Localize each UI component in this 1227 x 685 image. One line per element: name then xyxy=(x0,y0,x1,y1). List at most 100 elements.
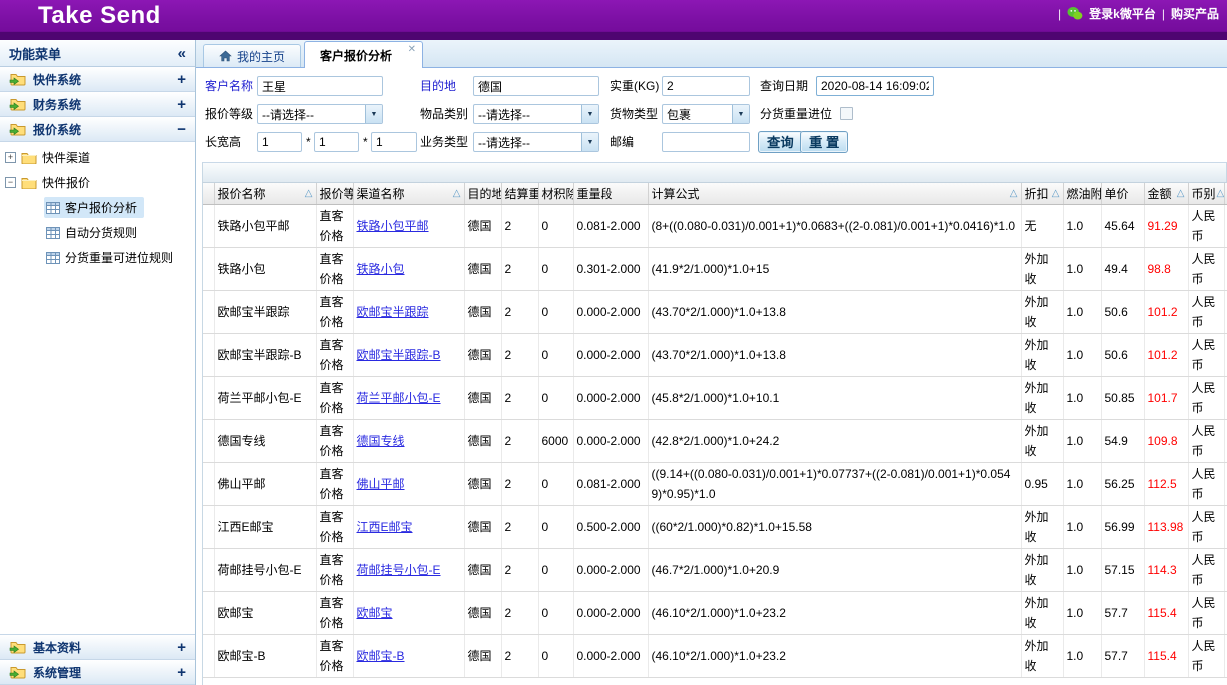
cell-formula: (43.70*2/1.000)*1.0+13.8 xyxy=(648,334,1021,377)
tree-folder-1[interactable]: −快件报价 xyxy=(0,170,195,195)
split-weight-carry-checkbox[interactable] xyxy=(840,107,853,120)
item-category-select[interactable]: --请选择-- ▼ xyxy=(473,104,599,124)
collapse-icon[interactable]: − xyxy=(177,122,186,137)
channel-link[interactable]: 荷邮挂号小包-E xyxy=(357,563,441,577)
column-header-discount[interactable]: 折扣△ xyxy=(1021,183,1063,205)
expand-icon[interactable]: + xyxy=(177,97,186,112)
cell-quote_name: 欧邮宝 xyxy=(214,592,316,635)
query-date-input[interactable] xyxy=(816,76,934,96)
width-input[interactable] xyxy=(314,132,359,152)
column-header-fuel[interactable]: 燃油附加△ xyxy=(1063,183,1101,205)
cell-amount: 113.98 xyxy=(1144,506,1188,549)
length-input[interactable] xyxy=(257,132,302,152)
channel-link[interactable]: 欧邮宝-B xyxy=(357,649,405,663)
table-row[interactable]: 欧邮宝半跟踪直客价格欧邮宝半跟踪德国200.000-2.000(43.70*2/… xyxy=(203,291,1227,334)
cell-quote_name: 佛山平邮 xyxy=(214,463,316,506)
cell-destination: 德国 xyxy=(464,549,501,592)
table-row[interactable]: 荷兰平邮小包-E直客价格荷兰平邮小包-E德国200.000-2.000(45.8… xyxy=(203,377,1227,420)
table-row[interactable]: 欧邮宝-B直客价格欧邮宝-B德国200.000-2.000(46.10*2/1.… xyxy=(203,635,1227,678)
search-button[interactable]: 查询 xyxy=(758,131,803,153)
tree-leaf-item[interactable]: 客户报价分析 xyxy=(44,197,144,218)
column-header-unit_price[interactable]: 单价 xyxy=(1101,183,1144,205)
height-input[interactable] xyxy=(371,132,417,152)
table-row[interactable]: 江西E邮宝直客价格江西E邮宝德国200.500-2.000((60*2/1.00… xyxy=(203,506,1227,549)
sidebar-section-2[interactable]: 报价系统− xyxy=(0,117,195,142)
column-header-quote_level[interactable]: 报价等级△ xyxy=(316,183,353,205)
close-tab-icon[interactable]: ✕ xyxy=(408,44,416,55)
chevron-down-icon[interactable]: ▼ xyxy=(581,105,598,123)
cell-settle_weight: 2 xyxy=(501,549,538,592)
cell-quote_name: 德国专线 xyxy=(214,420,316,463)
channel-link[interactable]: 荷兰平邮小包-E xyxy=(357,391,441,405)
channel-link[interactable]: 佛山平邮 xyxy=(357,477,405,491)
sidebar-section-1[interactable]: 财务系统+ xyxy=(0,92,195,117)
folder-icon xyxy=(21,151,37,164)
chevron-down-icon[interactable]: ▼ xyxy=(732,105,749,123)
channel-link[interactable]: 铁路小包 xyxy=(357,262,405,276)
chevron-down-icon[interactable]: ▼ xyxy=(581,133,598,151)
actual-weight-input[interactable] xyxy=(662,76,750,96)
table-row[interactable]: 铁路小包直客价格铁路小包德国200.301-2.000(41.9*2/1.000… xyxy=(203,248,1227,291)
tree-folder-0[interactable]: +快件渠道 xyxy=(0,145,195,170)
amount-value: 101.2 xyxy=(1148,348,1178,362)
folder-icon xyxy=(21,176,37,189)
tab-1-active[interactable]: 客户报价分析✕ xyxy=(304,41,423,68)
column-header-destination[interactable]: 目的地△ xyxy=(464,183,501,205)
cell-currency: 人民币 xyxy=(1188,248,1224,291)
tab-0[interactable]: 我的主页 xyxy=(203,44,301,67)
tree-leaf-item[interactable]: 分货重量可进位规则 xyxy=(44,247,180,268)
expand-icon[interactable]: + xyxy=(177,72,186,87)
tree-leaf-1-1[interactable]: 自动分货规则 xyxy=(0,220,195,245)
cell-quote_level: 直客价格 xyxy=(316,420,353,463)
cell-amount: 112.5 xyxy=(1144,463,1188,506)
tree-leaf-1-0[interactable]: 客户报价分析 xyxy=(0,195,195,220)
channel-link[interactable]: 欧邮宝 xyxy=(357,606,393,620)
table-row[interactable]: 荷邮挂号小包-E直客价格荷邮挂号小包-E德国200.000-2.000(46.7… xyxy=(203,549,1227,592)
column-header-formula[interactable]: 计算公式△ xyxy=(648,183,1021,205)
cell-weight_range: 0.000-2.000 xyxy=(573,334,648,377)
section-label: 系统管理 xyxy=(33,664,170,681)
column-header-volume[interactable]: 材积除数△ xyxy=(538,183,573,205)
tree-leaf-1-2[interactable]: 分货重量可进位规则 xyxy=(0,245,195,270)
table-row[interactable]: 铁路小包平邮直客价格铁路小包平邮德国200.081-2.000(8+((0.08… xyxy=(203,205,1227,248)
quote-level-select[interactable]: --请选择-- ▼ xyxy=(257,104,383,124)
column-header-quote_name[interactable]: 报价名称△ xyxy=(214,183,316,205)
column-header-settle_weight[interactable]: 结算重量△ xyxy=(501,183,538,205)
channel-link[interactable]: 德国专线 xyxy=(357,434,405,448)
sidebar-bottom-section-1[interactable]: 系统管理 + xyxy=(0,660,195,685)
channel-link[interactable]: 铁路小包平邮 xyxy=(357,219,429,233)
table-row[interactable]: 欧邮宝半跟踪-B直客价格欧邮宝半跟踪-B德国200.000-2.000(43.7… xyxy=(203,334,1227,377)
cargo-type-select[interactable]: 包裹 ▼ xyxy=(662,104,750,124)
buy-product-link[interactable]: 购买产品 xyxy=(1171,5,1219,22)
sidebar-bottom-section-0[interactable]: 基本资料+ xyxy=(0,635,195,660)
table-row[interactable]: 德国专线直客价格德国专线德国260000.000-2.000(42.8*2/1.… xyxy=(203,420,1227,463)
table-row[interactable]: 欧邮宝直客价格欧邮宝德国200.000-2.000(46.10*2/1.000)… xyxy=(203,592,1227,635)
business-type-select[interactable]: --请选择-- ▼ xyxy=(473,132,599,152)
expand-icon[interactable]: + xyxy=(177,640,186,655)
collapse-sidebar-icon[interactable]: « xyxy=(178,45,186,62)
tree-expand-icon[interactable]: + xyxy=(5,152,16,163)
column-header-channel[interactable]: 渠道名称△ xyxy=(353,183,464,205)
tree-leaf-item[interactable]: 自动分货规则 xyxy=(44,222,144,243)
login-kwei-link[interactable]: 登录k微平台 xyxy=(1089,5,1156,22)
business-type-label: 业务类型 xyxy=(420,132,468,152)
cell-channel: 荷兰平邮小包-E xyxy=(353,377,464,420)
column-header-currency[interactable]: 币别△ xyxy=(1188,183,1224,205)
cell-settle_weight: 2 xyxy=(501,248,538,291)
sidebar-section-0[interactable]: 快件系统+ xyxy=(0,67,195,92)
cell-discount: 外加收 xyxy=(1021,248,1063,291)
reset-button[interactable]: 重 置 xyxy=(800,131,848,153)
column-header-weight_range[interactable]: 重量段 xyxy=(573,183,648,205)
chevron-down-icon[interactable]: ▼ xyxy=(365,105,382,123)
destination-input[interactable] xyxy=(473,76,599,96)
customer-name-input[interactable] xyxy=(257,76,383,96)
postcode-input[interactable] xyxy=(662,132,750,152)
expand-icon[interactable]: + xyxy=(177,665,186,680)
folder-arrow-icon xyxy=(9,72,26,86)
channel-link[interactable]: 江西E邮宝 xyxy=(357,520,413,534)
table-row[interactable]: 佛山平邮直客价格佛山平邮德国200.081-2.000((9.14+((0.08… xyxy=(203,463,1227,506)
channel-link[interactable]: 欧邮宝半跟踪-B xyxy=(357,348,441,362)
channel-link[interactable]: 欧邮宝半跟踪 xyxy=(357,305,429,319)
column-header-amount[interactable]: 金额△ xyxy=(1144,183,1188,205)
tree-collapse-icon[interactable]: − xyxy=(5,177,16,188)
